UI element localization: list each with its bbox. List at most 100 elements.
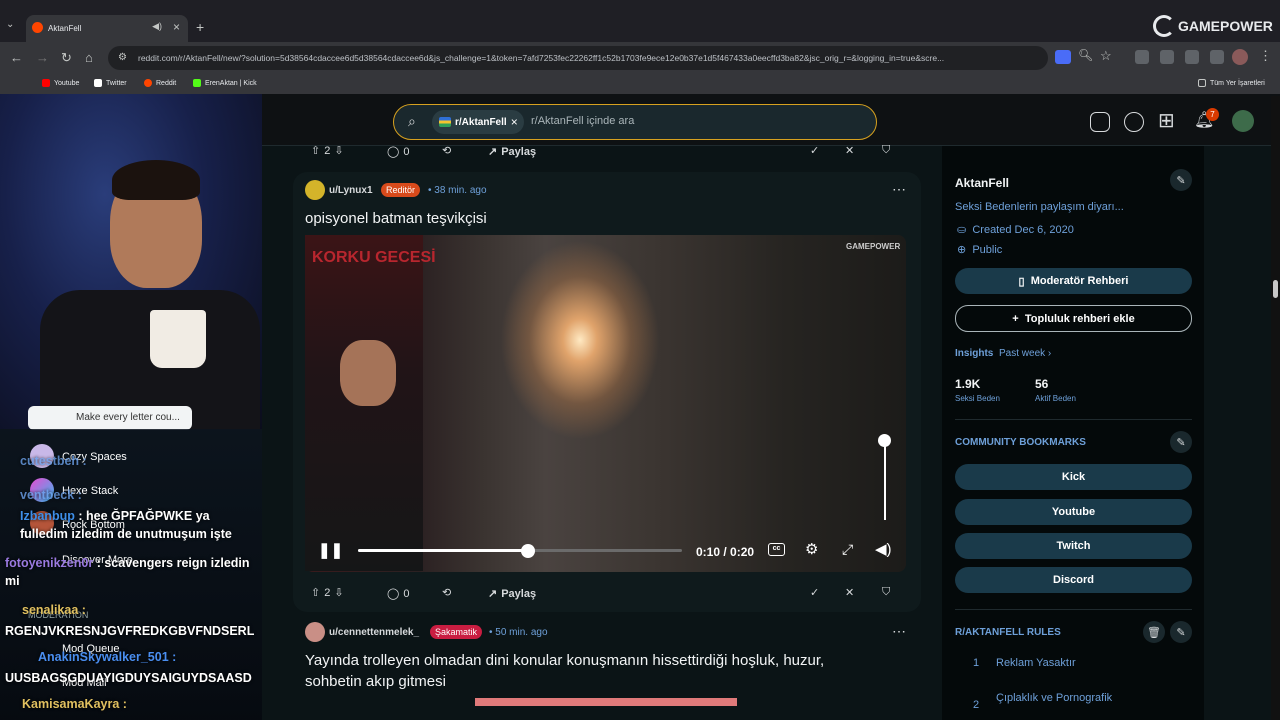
video-seek-handle[interactable] (521, 544, 535, 558)
site-info-icon[interactable]: ⚙ (118, 52, 127, 63)
share-button[interactable]: ↗ Paylaş (488, 587, 537, 601)
edit-bookmarks-icon[interactable]: ✎ (1170, 431, 1192, 453)
chat-message: ventbeck : (20, 488, 82, 502)
add-community-guide-button[interactable]: + Topluluk rehberi ekle (955, 305, 1192, 332)
post2-author-avatar[interactable] (305, 622, 325, 642)
comments-button[interactable]: ◯ 0 (387, 587, 410, 601)
page-scrollbar[interactable] (1271, 96, 1280, 720)
create-post-icon[interactable]: ⊞ (1158, 108, 1175, 133)
bookmark-kick[interactable]: ErenAktan | Kick (193, 79, 257, 87)
post2-author[interactable]: u/cennettenmelek_ (329, 627, 419, 638)
post2-title[interactable]: Yayında trolleyen olmadan dini konular k… (305, 650, 885, 692)
edit-community-icon[interactable]: ✎ (1170, 169, 1192, 191)
moderator-guide-label: Moderatör Rehberi (1030, 275, 1129, 287)
bookmark-star-icon[interactable]: ☆ (1100, 48, 1112, 64)
home-icon[interactable]: ⌂ (85, 50, 93, 65)
profile-avatar[interactable] (1232, 49, 1248, 65)
share-label: Paylaş (501, 587, 537, 600)
bookmark-youtube[interactable]: Youtube (42, 79, 79, 87)
post-time-value: 38 min. ago (434, 185, 487, 196)
chip-label: r/AktanFell (455, 116, 507, 128)
video-watermark: GAMEPOWER (846, 242, 901, 251)
reload-icon[interactable]: ↻ (61, 50, 72, 66)
pause-icon[interactable]: ❚❚ (318, 541, 343, 559)
post2-time-value: 50 min. ago (495, 627, 548, 638)
chip-remove-icon[interactable]: × (511, 115, 518, 129)
rule-text[interactable]: Reklam Yasaktır (996, 657, 1076, 669)
downvote-icon[interactable]: ⇩ (334, 586, 343, 599)
prev-crosspost-icon[interactable]: ⟲ (442, 144, 451, 157)
bookmark-twitter[interactable]: Twitter (94, 79, 127, 87)
bookmark-discord-button[interactable]: Discord (955, 567, 1192, 593)
post2-menu-icon[interactable]: ⋯ (892, 623, 906, 640)
new-tab-button[interactable]: + (196, 19, 204, 35)
post-title[interactable]: opisyonel batman teşvikçisi (305, 208, 487, 229)
settings-gear-icon[interactable]: ⚙ (805, 540, 818, 558)
extension-2-icon[interactable] (1185, 50, 1199, 64)
edit-rules-icon[interactable]: ✎ (1170, 621, 1192, 643)
upvote-icon[interactable]: ⇧ (311, 586, 320, 599)
moderator-guide-button[interactable]: ▯ Moderatör Rehberi (955, 268, 1192, 294)
post2-time: • 50 min. ago (489, 627, 548, 638)
rule-text[interactable]: Çıplaklık ve Pornografik (996, 692, 1112, 704)
post2-media-preview[interactable] (475, 698, 737, 706)
zoom-icon[interactable]: 🔍︎ (1078, 48, 1093, 62)
extensions-icon[interactable] (1135, 50, 1149, 64)
video-inset-face (340, 340, 396, 406)
upvote-icon[interactable]: ⇧ (311, 144, 320, 157)
downvote-icon[interactable]: ⇩ (334, 144, 343, 157)
browser-tab[interactable]: AktanFell ◀) × (26, 15, 188, 42)
volume-icon[interactable]: ◀) (875, 540, 892, 558)
bookmark-twitch-button[interactable]: Twitch (955, 533, 1192, 559)
translate-icon[interactable] (1055, 50, 1071, 64)
close-tab-icon[interactable]: × (173, 20, 180, 34)
chat-icon[interactable] (1124, 112, 1144, 132)
video-time: 0:10 / 0:20 (696, 545, 755, 559)
browser-menu-icon[interactable]: ⋮ (1259, 48, 1272, 64)
back-icon[interactable]: ← (10, 50, 23, 65)
media-icon[interactable] (1210, 50, 1224, 64)
delete-rules-icon[interactable]: 🗑︎ (1143, 621, 1165, 643)
fullscreen-icon[interactable]: ⤢ (842, 541, 853, 558)
approve-icon[interactable]: ✓ (810, 586, 819, 599)
prev-share-button[interactable]: ↗ Paylaş (488, 145, 536, 159)
comment-count: 0 (403, 587, 410, 600)
bookmark-label: Reddit (156, 79, 177, 87)
bookmark-youtube-button[interactable]: Youtube (955, 499, 1192, 525)
post-author[interactable]: u/Lynux1 (329, 185, 373, 196)
prev-comments-button[interactable]: ◯ 0 (387, 145, 409, 159)
search-icon: ⌕ (408, 113, 416, 129)
tab-search-icon[interactable]: ⌄ (6, 19, 14, 30)
insights-period[interactable]: Past week › (999, 348, 1051, 359)
search-input[interactable]: r/AktanFell içinde ara (531, 115, 634, 127)
volume-handle[interactable] (878, 434, 891, 447)
mod-shield-icon[interactable]: ⛉ (882, 586, 890, 599)
advertise-icon[interactable] (1090, 112, 1110, 132)
crosspost-icon[interactable]: ⟲ (442, 586, 451, 599)
comment-textbox[interactable]: Make every letter cou... (28, 406, 192, 430)
forward-icon[interactable]: → (36, 50, 49, 65)
speaker-icon[interactable]: ◀) (152, 21, 162, 32)
prev-mod-shield-icon[interactable]: ⛉ (882, 144, 890, 157)
volume-slider[interactable] (884, 440, 886, 520)
sidebar-divider (955, 419, 1192, 420)
address-bar[interactable]: ⚙ reddit.com/r/AktanFell/new/?solution=5… (108, 46, 1048, 70)
scrollbar-thumb[interactable] (1273, 280, 1278, 298)
bookmark-reddit[interactable]: Reddit (144, 79, 176, 87)
reddit-icon (144, 79, 152, 87)
post-author-avatar[interactable] (305, 180, 325, 200)
post-menu-icon[interactable]: ⋯ (892, 181, 906, 198)
vote-count: 2 (324, 586, 331, 599)
plus-icon: + (1012, 312, 1019, 325)
prev-remove-icon[interactable]: ✕ (845, 144, 854, 157)
extension-icon[interactable] (1160, 50, 1174, 64)
remove-icon[interactable]: ✕ (845, 586, 854, 599)
rule-number: 2 (973, 699, 980, 711)
prev-approve-icon[interactable]: ✓ (810, 144, 819, 157)
bookmark-kick-button[interactable]: Kick (955, 464, 1192, 490)
captions-icon[interactable]: cc (768, 543, 785, 556)
search-community-chip[interactable]: r/AktanFell × (432, 110, 524, 134)
all-bookmarks[interactable]: Tüm Yer İşaretleri (1198, 79, 1265, 87)
insights-label[interactable]: Insights (955, 348, 993, 359)
user-avatar[interactable] (1232, 110, 1254, 132)
